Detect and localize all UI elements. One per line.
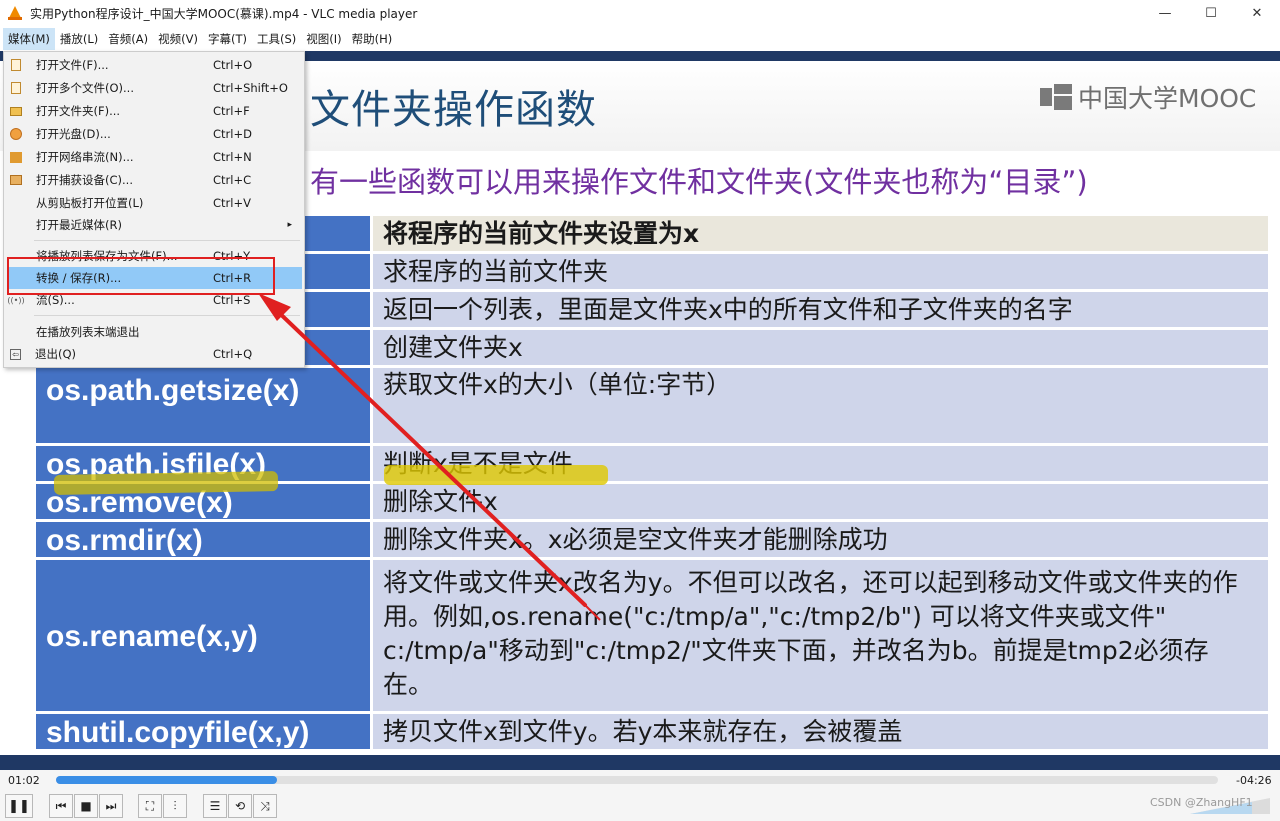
disc-icon	[10, 128, 22, 140]
stop-icon: ■	[80, 799, 92, 813]
function-name: os.path.getsize(x)	[36, 368, 370, 443]
close-button[interactable]: ✕	[1234, 0, 1280, 26]
minimize-button[interactable]: —	[1142, 0, 1188, 26]
elapsed-time: 01:02	[8, 774, 40, 787]
menu-separator	[34, 315, 300, 316]
table-row: os.path.getsize(x) 获取文件x的大小（单位:字节）	[36, 368, 1268, 446]
function-name: shutil.copyfile(x,y)	[36, 714, 370, 749]
function-description: 拷贝文件x到文件y。若y本来就存在，会被覆盖	[373, 714, 1268, 749]
function-description: 求程序的当前文件夹	[373, 254, 1268, 289]
capture-icon	[10, 175, 22, 185]
next-button[interactable]: ⏭	[99, 794, 123, 818]
menu-subtitle[interactable]: 字幕(T)	[203, 28, 252, 50]
menu-audio[interactable]: 音频(A)	[103, 28, 153, 50]
shuffle-button[interactable]: ⤨	[253, 794, 277, 818]
menu-item-open-file[interactable]: 打开文件(F)... Ctrl+O	[4, 54, 304, 76]
previous-button[interactable]: ⏮	[49, 794, 73, 818]
title-bar: 实用Python程序设计_中国大学MOOC(慕课).mp4 - VLC medi…	[0, 0, 1280, 26]
menu-separator	[34, 240, 300, 241]
menu-item-open-capture[interactable]: 打开捕获设备(C)... Ctrl+C	[4, 169, 304, 191]
menu-view[interactable]: 视图(I)	[301, 28, 346, 50]
function-description: 删除文件夹x。x必须是空文件夹才能删除成功	[373, 522, 1268, 557]
function-description: 返回一个列表，里面是文件夹x中的所有文件和子文件夹的名字	[373, 292, 1268, 327]
player-controls: 01:02 -04:26 ❚❚ ⏮ ■ ⏭ ⛶ ⫶ ☰ ⟲ ⤨ CSDN @Zh…	[0, 770, 1280, 821]
pause-button[interactable]: ❚❚	[5, 794, 33, 818]
menu-item-open-clipboard[interactable]: 从剪贴板打开位置(L) Ctrl+V	[4, 192, 304, 214]
fullscreen-button[interactable]: ⛶	[138, 794, 162, 818]
highlight-marker	[53, 471, 279, 495]
media-menu-dropdown: 打开文件(F)... Ctrl+O 打开多个文件(O)... Ctrl+Shif…	[3, 51, 305, 368]
menu-item-open-multiple[interactable]: 打开多个文件(O)... Ctrl+Shift+O	[4, 77, 304, 99]
menu-video[interactable]: 视频(V)	[153, 28, 203, 50]
slide-bottom-stripe	[0, 755, 1280, 770]
function-description: 将程序的当前文件夹设置为x	[373, 216, 1268, 251]
network-icon	[10, 151, 22, 163]
extended-settings-button[interactable]: ⫶	[163, 794, 187, 818]
vlc-cone-icon	[8, 6, 22, 20]
stream-icon: ((•))	[7, 295, 25, 305]
table-row: shutil.copyfile(x,y) 拷贝文件x到文件y。若y本来就存在，会…	[36, 714, 1268, 752]
file-icon	[11, 59, 21, 71]
table-row: os.rmdir(x) 删除文件夹x。x必须是空文件夹才能删除成功	[36, 522, 1268, 560]
table-row: os.rename(x,y) 将文件或文件夹x改名为y。不但可以改名，还可以起到…	[36, 560, 1268, 714]
mooc-logo: 中国大学MOOC	[1040, 79, 1256, 115]
stop-button[interactable]: ■	[74, 794, 98, 818]
previous-icon: ⏮	[55, 798, 67, 813]
fullscreen-icon: ⛶	[145, 798, 155, 813]
function-description: 创建文件夹x	[373, 330, 1268, 365]
menu-item-quit[interactable]: ⇦ 退出(Q) Ctrl+Q	[4, 343, 304, 365]
mooc-logo-text: 中国大学MOOC	[1078, 84, 1257, 113]
playlist-button[interactable]: ☰	[203, 794, 227, 818]
menu-item-recent-media[interactable]: 打开最近媒体(R) ▸	[4, 214, 304, 236]
function-description: 将文件或文件夹x改名为y。不但可以改名，还可以起到移动文件或文件夹的作用。例如,…	[373, 560, 1268, 711]
menu-item-open-folder[interactable]: 打开文件夹(F)... Ctrl+F	[4, 100, 304, 122]
maximize-button[interactable]: ☐	[1188, 0, 1234, 26]
pause-icon: ❚❚	[8, 798, 30, 814]
next-icon: ⏭	[105, 798, 117, 813]
function-name: os.rmdir(x)	[36, 522, 370, 557]
highlight-marker	[384, 465, 608, 485]
loop-icon: ⟲	[234, 799, 246, 813]
shuffle-icon: ⤨	[260, 798, 270, 813]
function-description: 获取文件x的大小（单位:字节）	[373, 368, 1268, 443]
menu-item-quit-at-end[interactable]: 在播放列表末端退出	[4, 321, 304, 343]
equalizer-icon: ⫶	[173, 798, 177, 813]
menu-bar: 媒体(M) 播放(L) 音频(A) 视频(V) 字幕(T) 工具(S) 视图(I…	[0, 27, 1280, 51]
chevron-right-icon: ▸	[287, 220, 292, 230]
menu-item-open-disc[interactable]: 打开光盘(D)... Ctrl+D	[4, 123, 304, 145]
seek-bar[interactable]	[56, 776, 1218, 784]
menu-help[interactable]: 帮助(H)	[347, 28, 398, 50]
remaining-time: -04:26	[1236, 774, 1272, 787]
exit-icon: ⇦	[10, 348, 21, 360]
loop-button[interactable]: ⟲	[228, 794, 252, 818]
menu-item-open-network[interactable]: 打开网络串流(N)... Ctrl+N	[4, 146, 304, 168]
slide-title: 文件夹操作函数	[310, 87, 597, 133]
menu-playback[interactable]: 播放(L)	[55, 28, 103, 50]
mooc-logo-icon	[1040, 84, 1074, 110]
watermark: CSDN @ZhangHF1	[1150, 796, 1253, 809]
files-icon	[11, 82, 21, 94]
menu-media[interactable]: 媒体(M)	[3, 28, 55, 50]
slide-subtitle: 有一些函数可以用来操作文件和文件夹(文件夹也称为“目录”)	[310, 165, 1088, 199]
function-description: 删除文件x	[373, 484, 1268, 519]
playlist-icon: ☰	[209, 799, 221, 813]
folder-icon	[10, 106, 22, 116]
seek-progress	[56, 776, 277, 784]
menu-tools[interactable]: 工具(S)	[252, 28, 301, 50]
function-name: os.rename(x,y)	[36, 560, 370, 711]
window-title: 实用Python程序设计_中国大学MOOC(慕课).mp4 - VLC medi…	[30, 6, 418, 21]
annotation-highlight-box	[7, 257, 275, 295]
